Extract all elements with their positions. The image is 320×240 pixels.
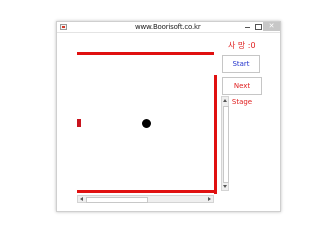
wall-bottom <box>77 190 217 193</box>
scroll-up-icon[interactable] <box>223 99 227 102</box>
next-stage-button[interactable]: Next Stage <box>222 77 262 106</box>
scroll-left-icon[interactable] <box>80 197 83 201</box>
scroll-right-icon[interactable] <box>208 197 211 201</box>
ball <box>142 119 151 128</box>
horizontal-scroll-thumb[interactable] <box>86 197 148 203</box>
app-icon <box>60 24 67 30</box>
horizontal-scrollbar[interactable] <box>77 195 214 203</box>
vertical-scroll-thumb[interactable] <box>223 106 229 183</box>
maximize-button[interactable] <box>253 22 263 31</box>
paddle[interactable] <box>77 119 81 127</box>
window-title: www.Boorisoft.co.kr <box>135 23 201 31</box>
maximize-icon <box>254 24 262 30</box>
minimize-icon <box>244 27 250 28</box>
title-bar[interactable]: www.Boorisoft.co.kr ✕ <box>57 22 280 33</box>
wall-right <box>214 75 217 194</box>
death-counter: 사 망 :0 <box>228 41 256 50</box>
wall-top <box>77 52 214 55</box>
minimize-button[interactable] <box>242 22 252 31</box>
close-button[interactable]: ✕ <box>263 22 280 31</box>
vertical-scrollbar[interactable] <box>221 96 229 191</box>
scroll-down-icon[interactable] <box>223 185 227 188</box>
start-button[interactable]: Start <box>222 55 260 73</box>
